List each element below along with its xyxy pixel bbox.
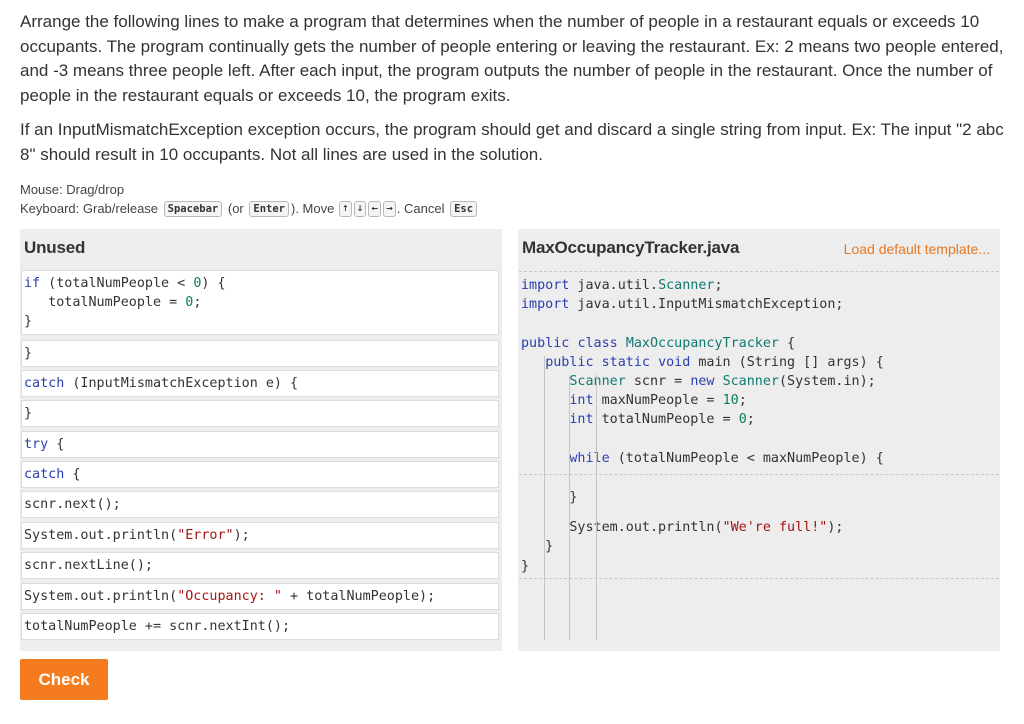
indent-guide (596, 375, 597, 640)
code-line: System.out.println("Error"); (24, 528, 250, 543)
prompt-paragraph-2: If an InputMismatchException exception o… (20, 120, 1004, 164)
code-block[interactable]: scnr.next(); (21, 491, 499, 518)
arrow-left-icon: ← (368, 200, 382, 217)
drop-zone-divider (519, 271, 999, 272)
code-line: try { (24, 437, 65, 452)
spacebar-key: Spacebar (163, 200, 223, 217)
code-line: scnr.nextLine(); (24, 558, 153, 573)
prompt-paragraph-1: Arrange the following lines to make a pr… (20, 12, 1004, 105)
instructions: Mouse: Drag/drop Keyboard: Grab/release … (20, 180, 479, 218)
code-block[interactable]: catch (InputMismatchException e) { (21, 370, 499, 397)
code-line: public static void main (String [] args)… (545, 355, 884, 370)
esc-key: Esc (450, 200, 478, 217)
arrow-down-icon: ↓ (353, 200, 367, 217)
code-line: totalNumPeople = 0; (24, 295, 202, 310)
code-line: } (24, 346, 33, 361)
code-line: if (totalNumPeople < 0) { (24, 276, 226, 291)
keyboard-label: Keyboard: Grab/release (20, 201, 159, 216)
code-block[interactable]: try { (21, 431, 499, 458)
code-line: totalNumPeople += scnr.nextInt(); (24, 619, 291, 634)
code-line: } (24, 406, 33, 421)
prompt: Arrange the following lines to make a pr… (20, 10, 1005, 168)
unused-panel: Unused if (totalNumPeople < 0) { totalNu… (20, 229, 502, 651)
code-block[interactable]: totalNumPeople += scnr.nextInt(); (21, 613, 499, 640)
indent-guide (569, 375, 570, 640)
code-block[interactable]: } (21, 400, 499, 427)
code-line: import java.util.Scanner; (521, 278, 723, 293)
code-line: } (24, 314, 33, 329)
code-line: while (totalNumPeople < maxNumPeople) { (569, 451, 884, 466)
arrow-up-icon: ↑ (338, 200, 352, 217)
cancel-text: . Cancel (396, 201, 445, 216)
load-default-template-link[interactable]: Load default template... (844, 241, 990, 257)
code-block[interactable]: } (21, 340, 499, 367)
check-button[interactable]: Check (20, 659, 108, 700)
code-line: catch (InputMismatchException e) { (24, 376, 299, 391)
code-block[interactable]: scnr.nextLine(); (21, 552, 499, 579)
code-block[interactable]: if (totalNumPeople < 0) { totalNumPeople… (21, 270, 499, 335)
code-line: System.out.println("Occupancy: " + total… (24, 589, 436, 604)
drop-zone-divider (519, 474, 999, 475)
code-block[interactable]: catch { (21, 461, 499, 488)
code-line: } (521, 559, 530, 574)
code-line: int totalNumPeople = 0; (569, 412, 755, 427)
code-line: Scanner scnr = new Scanner(System.in); (569, 374, 876, 389)
move-text: ). Move (290, 201, 335, 216)
mouse-instructions: Mouse: Drag/drop (20, 182, 125, 197)
drop-zone-divider (519, 578, 999, 579)
code-line: import java.util.InputMismatchException; (521, 297, 844, 312)
code-line: scnr.next(); (24, 497, 121, 512)
enter-key: Enter (249, 200, 289, 217)
code-block[interactable]: System.out.println("Occupancy: " + total… (21, 583, 499, 610)
code-line: public class MaxOccupancyTracker { (521, 336, 796, 351)
code-line: catch { (24, 467, 81, 482)
or-text: (or (227, 201, 244, 216)
code-block[interactable]: System.out.println("Error"); (21, 522, 499, 549)
indent-guide (544, 356, 545, 640)
filename-title: MaxOccupancyTracker.java (522, 238, 740, 257)
arrow-right-icon: → (383, 200, 396, 217)
unused-title: Unused (24, 238, 86, 257)
code-line: int maxNumPeople = 10; (569, 393, 747, 408)
keyboard-instructions: Keyboard: Grab/release Spacebar (or Ente… (20, 199, 479, 218)
code-line: } (521, 539, 554, 554)
